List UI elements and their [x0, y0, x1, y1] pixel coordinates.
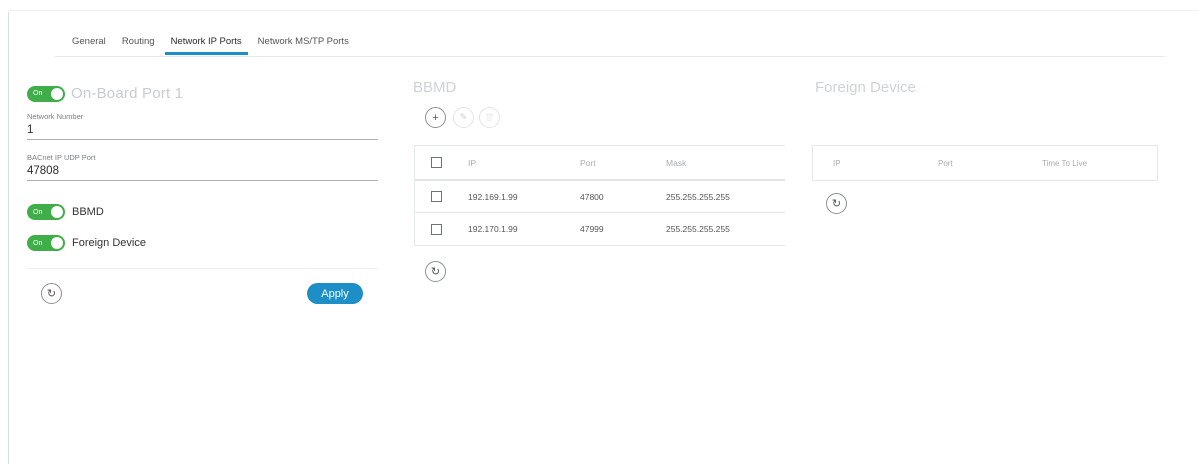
row-ip: 192.169.1.99: [468, 191, 518, 202]
add-icon: +: [432, 111, 439, 124]
port-header: On On-Board Port 1: [27, 85, 183, 102]
column-header-time-to-live[interactable]: Time To Live: [1042, 159, 1087, 168]
bbmd-table-header: IP Port Mask: [415, 146, 785, 181]
port-toggle-label: On: [33, 90, 43, 97]
row-ip: 192.170.1.99: [468, 224, 518, 234]
row-port: 47800: [580, 191, 604, 202]
refresh-icon: ↻: [430, 266, 441, 278]
tab-network-mstp-ports[interactable]: Network MS/TP Ports: [252, 36, 355, 55]
bbmd-edit-button[interactable]: ✎: [453, 107, 474, 128]
row-checkbox[interactable]: [431, 223, 442, 235]
select-all-checkbox[interactable]: [431, 157, 442, 168]
row-checkbox[interactable]: [431, 191, 442, 202]
table-row[interactable]: 192.170.1.99 47999 255.255.255.255: [415, 213, 785, 245]
column-header-ip[interactable]: IP: [833, 159, 938, 168]
column-header-mask[interactable]: Mask: [666, 158, 785, 168]
foreign-device-refresh-button[interactable]: ↻: [826, 193, 847, 214]
foreign-device-label: Foreign Device: [72, 237, 146, 249]
foreign-device-toggle[interactable]: On: [27, 235, 65, 251]
column-header-port[interactable]: Port: [580, 158, 666, 168]
foreign-device-table: IP Port Time To Live: [812, 145, 1158, 181]
network-number-field[interactable]: Network Number 1: [27, 112, 378, 140]
apply-button[interactable]: Apply: [307, 283, 363, 304]
udp-port-label: BACnet IP UDP Port: [27, 153, 96, 162]
row-port: 47999: [580, 224, 604, 234]
bbmd-refresh-button[interactable]: ↻: [425, 261, 446, 282]
bbmd-delete-button[interactable]: 🗑: [479, 107, 500, 128]
tab-routing[interactable]: Routing: [116, 36, 161, 55]
tab-network-ip-ports[interactable]: Network IP Ports: [164, 36, 248, 55]
network-number-label: Network Number: [27, 112, 84, 121]
network-number-value[interactable]: 1: [27, 124, 378, 139]
tab-divider: [55, 56, 1165, 57]
table-row[interactable]: 192.169.1.99 47800 255.255.255.255: [415, 181, 785, 213]
column-header-port[interactable]: Port: [938, 159, 1042, 168]
bbmd-toggle[interactable]: On: [27, 204, 65, 220]
toggle-knob: [51, 206, 63, 218]
row-mask: 255.255.255.255: [666, 224, 730, 234]
bbmd-toggle-row: On BBMD: [27, 204, 104, 220]
delete-icon: 🗑: [484, 113, 495, 122]
bbmd-add-button[interactable]: +: [425, 107, 446, 128]
foreign-toggle-label: On: [33, 239, 43, 247]
bbmd-toggle-label: On: [33, 208, 43, 216]
port-refresh-button[interactable]: ↻: [41, 283, 62, 304]
udp-port-field[interactable]: BACnet IP UDP Port 47808: [27, 153, 378, 181]
foreign-device-toggle-row: On Foreign Device: [27, 235, 146, 251]
bbmd-table: IP Port Mask 192.169.1.99 47800 255.255.…: [414, 145, 785, 246]
foreign-device-title: Foreign Device: [815, 79, 916, 96]
toggle-knob: [51, 237, 63, 249]
edit-icon: ✎: [459, 112, 468, 122]
port-enable-toggle[interactable]: On: [27, 85, 65, 102]
left-section-divider: [27, 268, 378, 269]
bbmd-label: BBMD: [72, 206, 104, 218]
left-frame-border: [8, 12, 9, 464]
row-mask: 255.255.255.255: [666, 191, 730, 202]
column-header-ip[interactable]: IP: [468, 158, 580, 168]
top-frame-border: [8, 10, 1199, 11]
refresh-icon: ↻: [46, 288, 57, 300]
udp-port-value[interactable]: 47808: [27, 165, 378, 180]
refresh-icon: ↻: [831, 198, 842, 210]
tab-general[interactable]: General: [66, 36, 112, 55]
port-title: On-Board Port 1: [71, 85, 184, 102]
toggle-knob: [51, 87, 63, 100]
bbmd-title: BBMD: [413, 79, 457, 96]
tab-bar: General Routing Network IP Ports Network…: [66, 36, 359, 55]
